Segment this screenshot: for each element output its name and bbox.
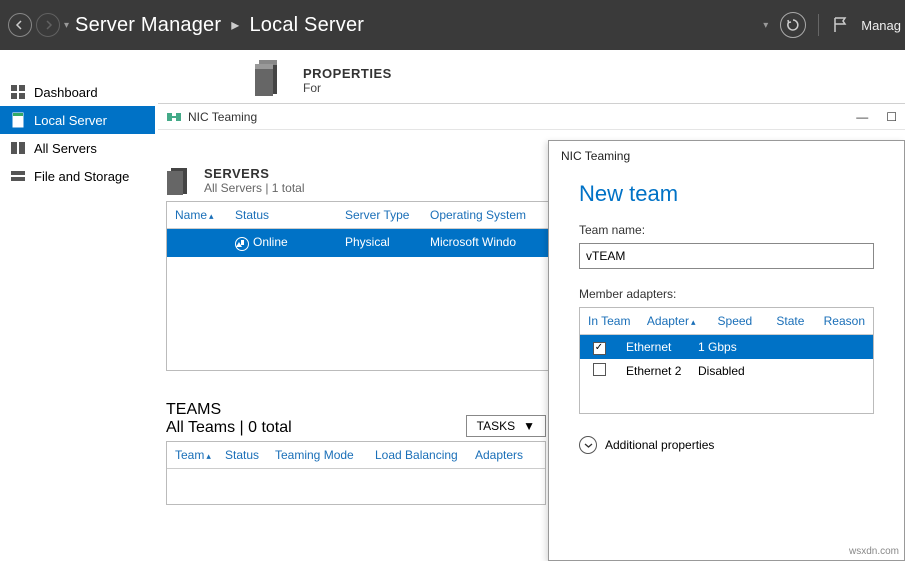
sidebar-item-label: Dashboard bbox=[34, 85, 98, 100]
servers-title: SERVERS bbox=[204, 166, 305, 181]
column-adapters[interactable]: Adapters bbox=[467, 442, 545, 468]
column-state[interactable]: State bbox=[768, 308, 815, 334]
back-button[interactable] bbox=[8, 13, 32, 37]
breadcrumb-root[interactable]: Server Manager bbox=[75, 14, 221, 37]
team-name-input[interactable] bbox=[579, 243, 874, 269]
adapter-checkbox[interactable] bbox=[580, 360, 618, 382]
top-bar: ▾ Server Manager ▸ Local Server ▾ Manag bbox=[0, 0, 905, 50]
servers-icon bbox=[10, 140, 26, 156]
cell-state bbox=[750, 344, 798, 350]
teams-panel: TEAMS All Teams | 0 total TASKS ▼ Team▴ … bbox=[166, 401, 546, 505]
breadcrumb: Server Manager ▸ Local Server bbox=[75, 14, 364, 37]
cell-state bbox=[750, 368, 798, 374]
column-server-type[interactable]: Server Type bbox=[337, 202, 422, 228]
left-nav: Dashboard Local Server All Servers File … bbox=[0, 50, 155, 561]
flag-icon[interactable] bbox=[831, 16, 849, 34]
column-team[interactable]: Team▴ bbox=[167, 442, 217, 468]
properties-sub: For bbox=[303, 81, 392, 95]
adapter-row[interactable]: Ethernet 2 Disabled bbox=[580, 359, 873, 383]
dialog-heading: New team bbox=[549, 163, 904, 223]
history-dropdown[interactable]: ▾ bbox=[64, 20, 69, 31]
column-status[interactable]: Status bbox=[227, 202, 337, 228]
tasks-dropdown[interactable]: TASKS ▼ bbox=[466, 415, 546, 437]
column-in-team[interactable]: In Team bbox=[580, 308, 639, 334]
cell-speed: 1 Gbps bbox=[690, 337, 750, 357]
nic-titlebar: NIC Teaming — ☐ bbox=[158, 104, 905, 130]
column-name[interactable]: Name▴ bbox=[167, 202, 227, 228]
cell-speed: Disabled bbox=[690, 361, 750, 381]
cell-reason bbox=[798, 344, 873, 350]
maximize-button[interactable]: ☐ bbox=[886, 110, 897, 124]
nic-window-title: NIC Teaming bbox=[188, 110, 257, 124]
sidebar-item-label: File and Storage bbox=[34, 169, 129, 184]
sidebar-item-label: All Servers bbox=[34, 141, 97, 156]
minimize-button[interactable]: — bbox=[856, 110, 868, 124]
cell-adapter: Ethernet bbox=[618, 337, 690, 357]
chevron-down-circle-icon bbox=[579, 436, 597, 454]
teams-grid: Team▴ Status Teaming Mode Load Balancing… bbox=[166, 441, 546, 505]
servers-subtitle: All Servers | 1 total bbox=[204, 181, 305, 195]
team-name-label: Team name: bbox=[579, 223, 874, 237]
chevron-down-icon: ▼ bbox=[523, 419, 535, 433]
chevron-right-icon: ▸ bbox=[231, 15, 239, 35]
new-team-dialog: NIC Teaming New team Team name: Member a… bbox=[548, 140, 905, 561]
teams-subtitle: All Teams | 0 total bbox=[166, 419, 292, 437]
tasks-label: TASKS bbox=[477, 419, 515, 433]
forward-button[interactable] bbox=[36, 13, 60, 37]
storage-icon bbox=[10, 168, 26, 184]
sidebar-item-dashboard[interactable]: Dashboard bbox=[0, 78, 155, 106]
additional-properties-label: Additional properties bbox=[605, 438, 714, 452]
column-adapter[interactable]: Adapter▴ bbox=[639, 308, 710, 334]
separator bbox=[818, 14, 819, 36]
servers-panel-icon bbox=[166, 167, 194, 195]
server-tower-icon bbox=[255, 58, 285, 96]
server-icon bbox=[10, 112, 26, 128]
adapters-grid: In Team Adapter▴ Speed State Reason Ethe… bbox=[579, 307, 874, 414]
column-speed[interactable]: Speed bbox=[710, 308, 769, 334]
arrow-right-icon bbox=[42, 19, 54, 31]
teams-title: TEAMS bbox=[166, 401, 292, 419]
refresh-dropdown-icon[interactable]: ▾ bbox=[763, 20, 768, 31]
properties-title: PROPERTIES bbox=[303, 66, 392, 81]
adapter-row[interactable]: Ethernet 1 Gbps bbox=[580, 335, 873, 359]
arrow-left-icon bbox=[14, 19, 26, 31]
teams-grid-header: Team▴ Status Teaming Mode Load Balancing… bbox=[167, 442, 545, 469]
sidebar-item-label: Local Server bbox=[34, 113, 107, 128]
sidebar-item-all-servers[interactable]: All Servers bbox=[0, 134, 155, 162]
cell-adapter: Ethernet 2 bbox=[618, 361, 690, 381]
online-icon bbox=[235, 237, 249, 251]
nic-icon bbox=[166, 110, 182, 124]
cell-name bbox=[167, 229, 227, 257]
column-load-balancing[interactable]: Load Balancing bbox=[367, 442, 467, 468]
refresh-button[interactable] bbox=[780, 12, 806, 38]
breadcrumb-current[interactable]: Local Server bbox=[249, 14, 364, 37]
cell-status: Online bbox=[227, 229, 337, 257]
additional-properties-toggle[interactable]: Additional properties bbox=[579, 436, 874, 454]
column-status[interactable]: Status bbox=[217, 442, 267, 468]
manage-menu[interactable]: Manag bbox=[861, 18, 901, 33]
properties-header: PROPERTIES For bbox=[155, 50, 905, 110]
sidebar-item-local-server[interactable]: Local Server bbox=[0, 106, 155, 134]
sidebar-item-file-storage[interactable]: File and Storage bbox=[0, 162, 155, 190]
checkbox-checked-icon bbox=[593, 342, 606, 355]
member-adapters-label: Member adapters: bbox=[579, 287, 874, 301]
watermark: wsxdn.com bbox=[849, 546, 899, 557]
adapters-grid-header: In Team Adapter▴ Speed State Reason bbox=[580, 308, 873, 335]
column-teaming-mode[interactable]: Teaming Mode bbox=[267, 442, 367, 468]
adapter-checkbox[interactable] bbox=[580, 336, 618, 358]
cell-type: Physical bbox=[337, 229, 422, 257]
dashboard-icon bbox=[10, 84, 26, 100]
refresh-icon bbox=[786, 18, 800, 32]
checkbox-unchecked-icon bbox=[593, 363, 606, 376]
dialog-window-title: NIC Teaming bbox=[549, 141, 904, 163]
cell-reason bbox=[798, 368, 873, 374]
column-reason[interactable]: Reason bbox=[816, 308, 873, 334]
